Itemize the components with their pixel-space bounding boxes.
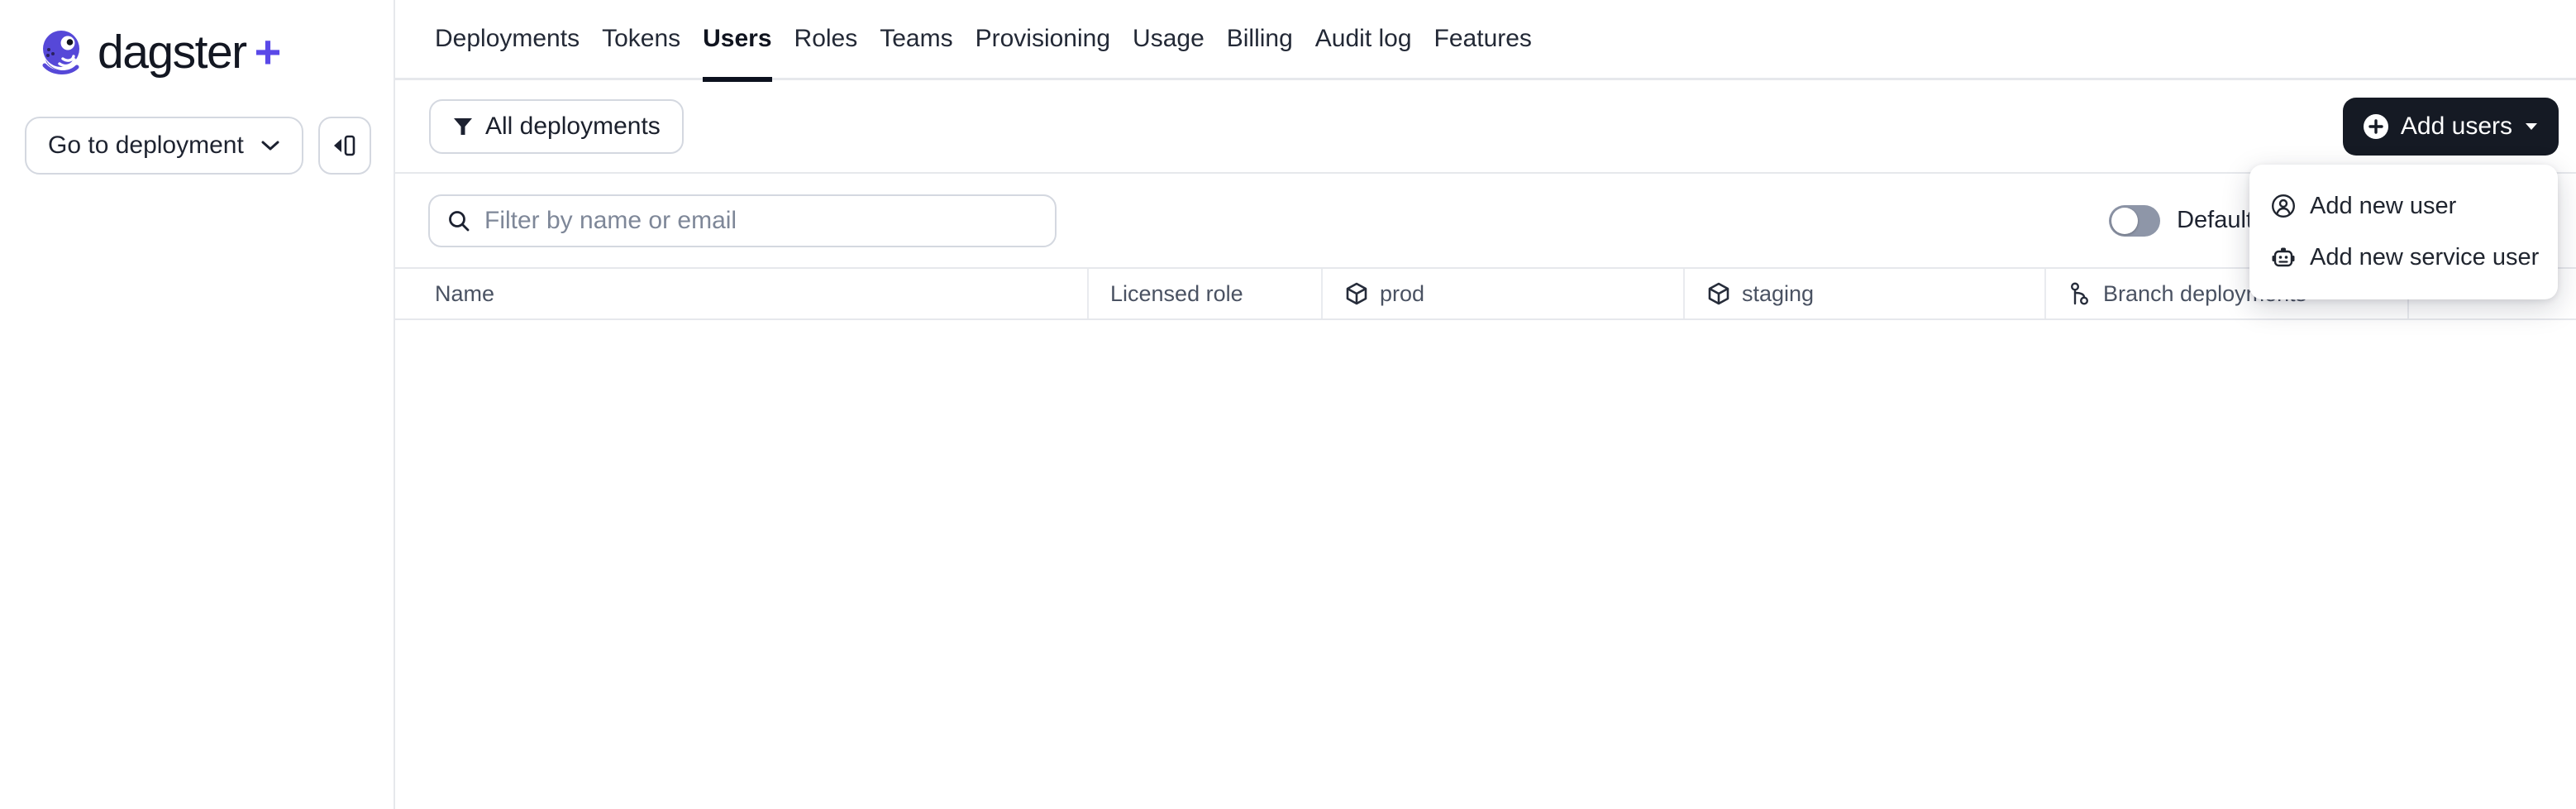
collapse-panel-button[interactable] [318,117,371,175]
search-icon [446,208,471,233]
sidebar: dagster + Go to deployment [0,0,395,809]
search-box[interactable] [428,194,1057,247]
user-circle-icon [2271,194,2296,218]
deployment-cube-icon [1706,281,1731,306]
branch-deployments-icon [2068,281,2092,306]
default-toggle-switch[interactable] [2109,204,2161,237]
go-to-deployment-label: Go to deployment [48,132,244,159]
brand-name: dagster [98,26,247,79]
menu-item-add-new-user[interactable]: Add new user [2249,180,2558,232]
dagster-octopus-icon [38,27,86,77]
column-header-licensed-role: Licensed role [1087,269,1321,318]
filter-funnel-icon [452,116,474,137]
robot-icon [2271,245,2296,270]
add-users-dropdown-menu: Add new user Add new service user [2249,165,2558,299]
tab-billing[interactable]: Billing [1227,0,1293,79]
chevron-down-icon [260,140,280,151]
tab-provisioning[interactable]: Provisioning [976,0,1110,79]
column-header-staging: staging [1683,269,2044,318]
dagster-plus-users-page: dagster + Go to deployment Deployments T… [0,0,2576,809]
tab-roles[interactable]: Roles [794,0,858,79]
dagster-logo[interactable]: dagster + [38,25,281,79]
column-header-name: Name [435,280,495,306]
plus-circle-icon [2363,113,2389,140]
caret-down-icon [2524,122,2539,131]
toggle-knob [2111,207,2139,234]
all-deployments-filter-button[interactable]: All deployments [429,98,684,154]
default-toggle-label: Default [2177,207,2253,233]
go-to-deployment-dropdown[interactable]: Go to deployment [25,117,303,175]
all-deployments-label: All deployments [485,112,661,140]
collapse-panel-icon [332,132,357,159]
tab-teams[interactable]: Teams [880,0,952,79]
deployment-cube-icon [1344,281,1369,306]
main-content: Deployments Tokens Users Roles Teams Pro… [395,0,2576,809]
tab-usage[interactable]: Usage [1133,0,1205,79]
column-header-prod: prod [1321,269,1683,318]
menu-item-add-new-service-user[interactable]: Add new service user [2249,232,2558,283]
tab-audit-log[interactable]: Audit log [1315,0,1412,79]
settings-nav: Deployments Tokens Users Roles Teams Pro… [395,0,2576,82]
add-users-label: Add users [2400,112,2512,140]
tab-users[interactable]: Users [703,0,772,82]
brand-plus: + [254,26,282,78]
add-users-button[interactable]: Add users [2342,97,2559,156]
tab-tokens[interactable]: Tokens [602,0,680,79]
tab-deployments[interactable]: Deployments [435,0,580,79]
filter-by-name-input[interactable] [483,205,1038,236]
default-toggle-group: Default [2109,204,2253,237]
tab-features[interactable]: Features [1434,0,1532,79]
toolbar: All deployments Add users [395,80,2576,174]
